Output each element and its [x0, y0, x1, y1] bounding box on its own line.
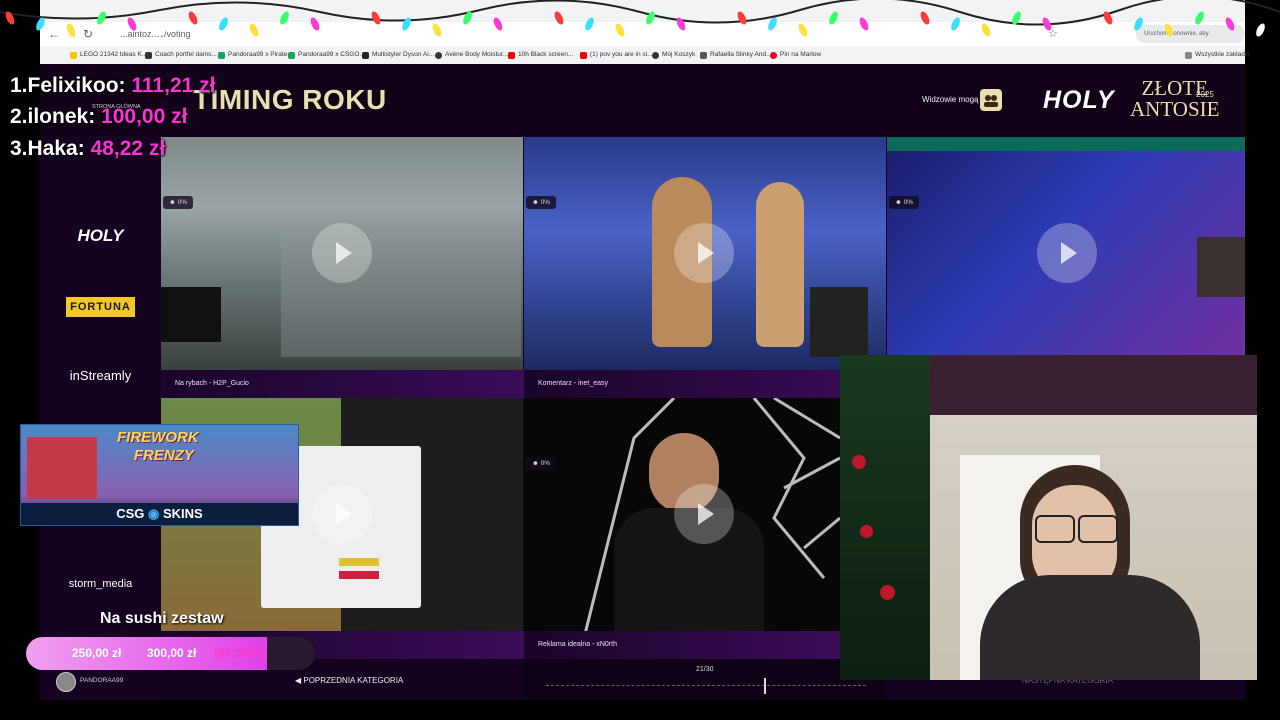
- streamer-webcam: [840, 355, 1257, 680]
- bookmark-item[interactable]: Pin na Marlow: [770, 46, 821, 64]
- vote-badge: ☻ 0%: [889, 196, 920, 209]
- video-tile-rhythm-game[interactable]: ☻ 0%: [887, 137, 1245, 355]
- sponsor-storm-media[interactable]: storm_media: [40, 578, 161, 590]
- bookmark-item[interactable]: Multistyler Dyson Ai...: [362, 46, 434, 64]
- page-header: TIMING ROKU STRONA GŁÓWNA Widzowie mogą …: [40, 64, 1245, 136]
- vote-badge: ☻ 0%: [526, 457, 557, 470]
- streamer-name: PANDORAA99: [80, 677, 124, 684]
- ad-building: [27, 437, 97, 499]
- event-year: 2025: [1196, 90, 1214, 99]
- address-bar-row: ← → ↻ ...aintoz...9/voting ☆ Uruchom pon…: [40, 22, 1245, 55]
- video-progress: 21/30: [524, 660, 886, 700]
- video-counter: 21/30: [696, 666, 714, 673]
- play-icon[interactable]: [674, 484, 734, 544]
- video-tile-ad[interactable]: ☻ 0%: [524, 398, 840, 631]
- leaderboard-entry: 1.Felixikoo: 111,21 zł: [10, 74, 216, 97]
- ad-game-title: FIREWORK FRENZY: [117, 429, 199, 464]
- url-text[interactable]: ...aintoz...9/voting: [120, 22, 191, 46]
- glasses: [1035, 515, 1075, 543]
- play-icon[interactable]: [1037, 223, 1097, 283]
- play-icon[interactable]: [312, 223, 372, 283]
- vote-badge: ☻ 0%: [526, 196, 557, 209]
- prev-category-button[interactable]: ◀ POPRZEDNIA KATEGORIA: [295, 676, 403, 685]
- runway-figure: [756, 182, 804, 347]
- goal-percent: (83,33%): [214, 646, 263, 660]
- sponsor-holy[interactable]: HOLY: [40, 226, 161, 246]
- bookmark-item[interactable]: Avène Body Moistur...: [435, 46, 508, 64]
- zlote-antosie-logo: ZŁOTE ANTOSIE: [1130, 76, 1220, 121]
- video-caption: Na rybach - H2P_Gucio: [161, 370, 524, 398]
- bookmark-item[interactable]: 10h Black screen...: [508, 46, 573, 64]
- update-notice[interactable]: Uruchom ponownie, aby zaktualizować: [1136, 25, 1245, 55]
- sponsor-ad[interactable]: FIREWORK FRENZY CSG ◉ SKINS: [20, 424, 299, 526]
- sponsor-fortuna[interactable]: FORTUNA: [66, 297, 135, 317]
- video-caption: Reklama idealna - xN0rth: [524, 631, 840, 659]
- bookmark-item[interactable]: Pandoraa99 x Pirate...: [218, 46, 293, 64]
- bookmark-item[interactable]: (1) pov you are in sl...: [580, 46, 653, 64]
- bookmarks-bar: LEGO 21342 Ideas K... Coach portfel dams…: [40, 46, 1250, 65]
- sponsor-instreamly[interactable]: inStreamly: [40, 368, 161, 383]
- webcam-inset: [810, 287, 868, 357]
- progress-track[interactable]: [546, 685, 866, 687]
- goal-target: 300,00 zł: [147, 646, 197, 660]
- play-icon[interactable]: [674, 223, 734, 283]
- leaderboard-entry: 3.Haka: 48,22 zł: [10, 137, 166, 160]
- video-tile-fishing[interactable]: ☻ 0%: [161, 137, 523, 370]
- avatar[interactable]: [56, 672, 76, 692]
- holy-logo: HOLY: [1043, 86, 1115, 114]
- christmas-tree: [840, 355, 930, 680]
- bookmark-item[interactable]: LEGO 21342 Ideas K...: [70, 46, 147, 64]
- back-icon[interactable]: ←: [48, 22, 60, 46]
- viewers-icon[interactable]: [980, 89, 1002, 111]
- bookmark-item[interactable]: Pandoraa99 x CSGO...: [288, 46, 365, 64]
- play-icon[interactable]: [312, 484, 372, 544]
- glasses: [1078, 515, 1118, 543]
- goal-bar: 250,00 zł 300,00 zł (83,33%): [26, 637, 315, 670]
- progress-marker[interactable]: [764, 678, 766, 694]
- bookmark-item[interactable]: Mój Koszyk: [652, 46, 695, 64]
- leaderboard-entry: 2.ilonek: 100,00 zł: [10, 105, 188, 128]
- viewers-label: Widzowie mogą: [922, 95, 979, 104]
- reload-icon[interactable]: ↻: [83, 22, 93, 46]
- ad-brand: CSG ◉ SKINS: [21, 503, 298, 525]
- bookmark-item[interactable]: Coach portfel dams...: [145, 46, 217, 64]
- video-caption: Komentarz - inet_easy: [524, 370, 886, 398]
- page-title: TIMING ROKU: [193, 84, 387, 115]
- all-bookmarks[interactable]: Wszystkie zakładki: [1185, 46, 1250, 64]
- webcam-inset: [1197, 237, 1245, 297]
- star-icon[interactable]: ☆: [1048, 22, 1058, 46]
- video-tile-fashion[interactable]: ☻ 0%: [524, 137, 886, 370]
- forward-icon[interactable]: →: [66, 22, 78, 46]
- vote-badge: ☻ 0%: [163, 196, 194, 209]
- streamer-sweater: [980, 575, 1200, 680]
- light-bulb-icon: [1256, 23, 1265, 37]
- light-bulb-icon: [5, 11, 15, 25]
- webcam-inset: [161, 287, 221, 342]
- bookmark-item[interactable]: Rafaella Slinky And...: [700, 46, 771, 64]
- goal-current: 250,00 zł: [72, 646, 122, 660]
- goal-label: Na sushi zestaw: [100, 610, 224, 627]
